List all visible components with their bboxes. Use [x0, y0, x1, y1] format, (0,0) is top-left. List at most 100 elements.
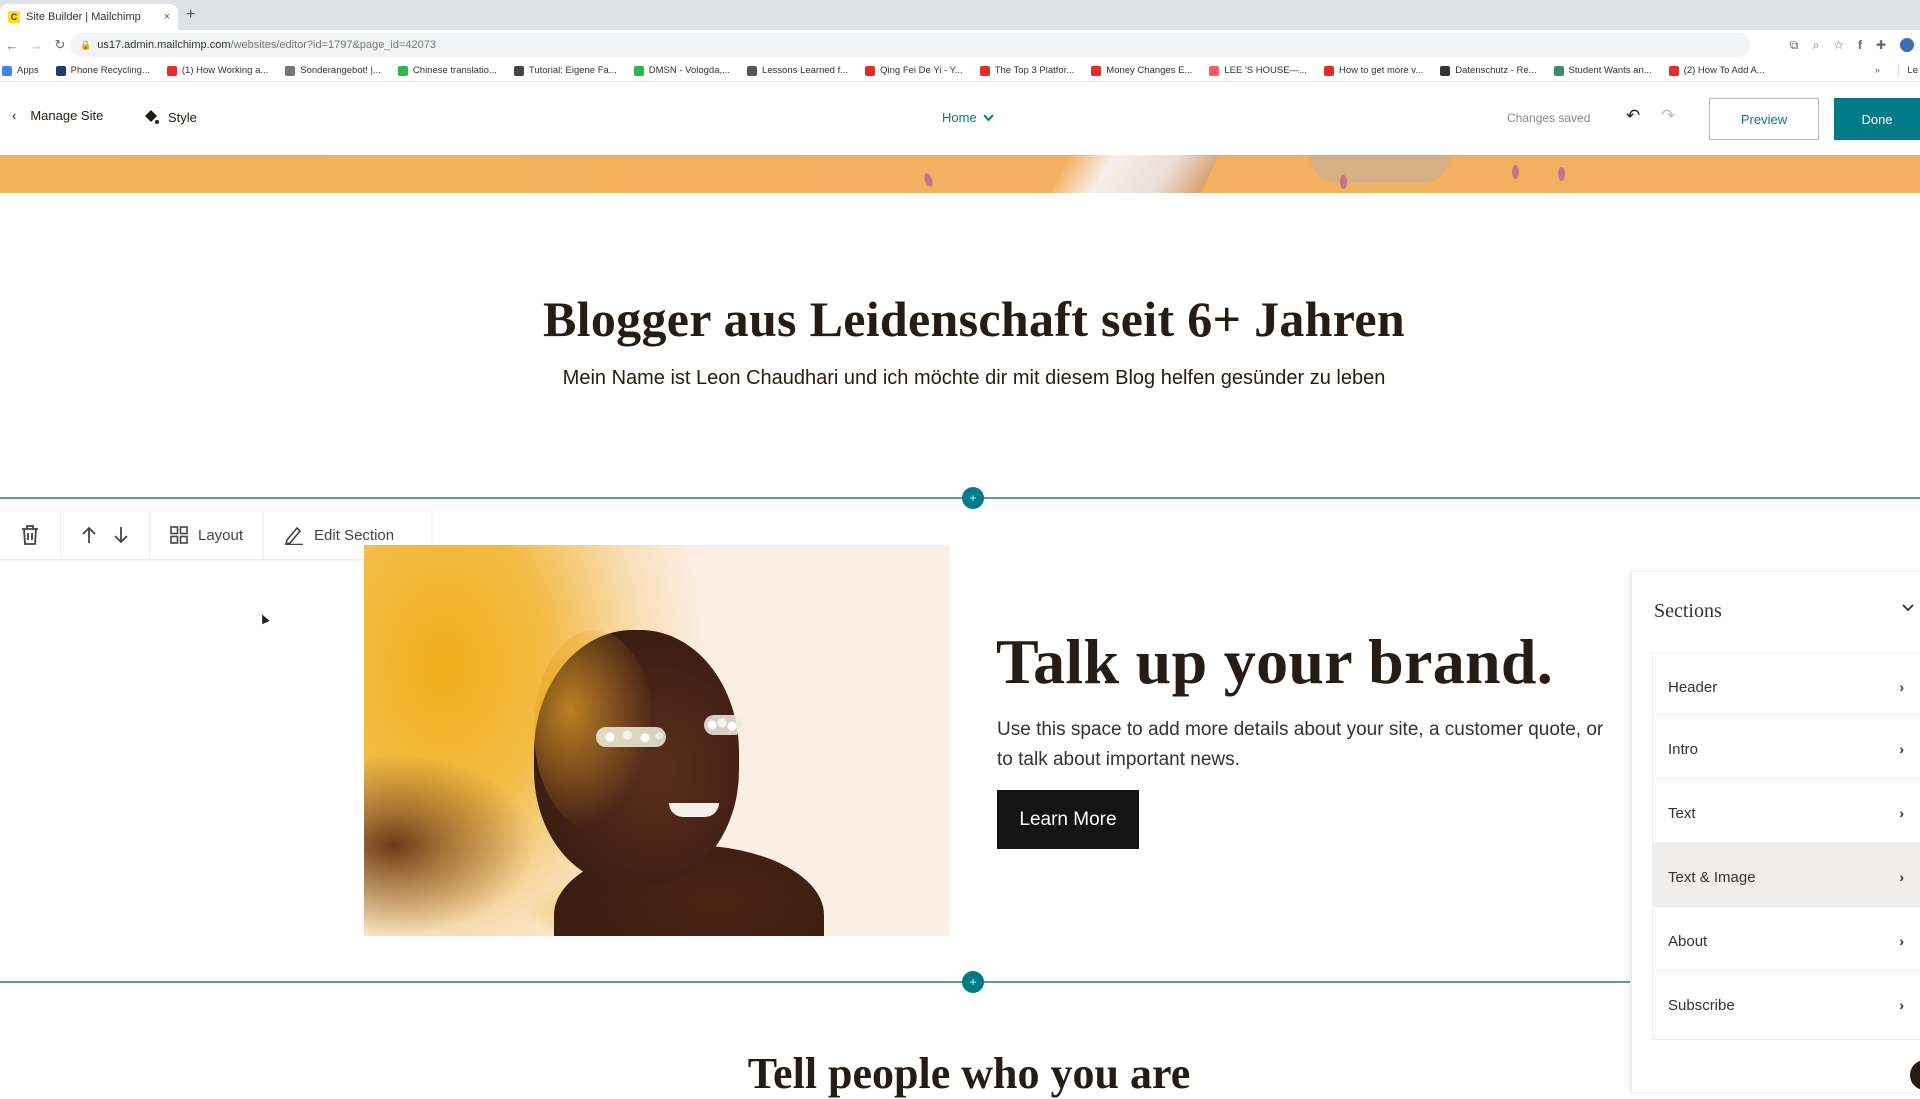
bookmark-item[interactable]: (1) How Working a...: [166, 65, 269, 76]
mailchimp-favicon-icon: C: [8, 11, 20, 23]
add-section-plus-icon[interactable]: +: [962, 971, 984, 993]
header-section-image[interactable]: [0, 155, 1920, 193]
url-host: us17.admin.mailchimp.com: [97, 39, 231, 51]
intro-subtitle[interactable]: Mein Name ist Leon Chaudhari und ich möc…: [0, 367, 1920, 390]
bookmark-item[interactable]: Phone Recycling...: [55, 65, 150, 76]
section-image[interactable]: [364, 545, 950, 936]
address-bar[interactable]: 🔒 us17.admin.mailchimp.com/websites/edit…: [70, 33, 1750, 57]
bookmark-item[interactable]: Datenschutz - Re...: [1440, 65, 1537, 76]
paint-bucket-icon: [145, 110, 159, 124]
chevron-left-icon: ‹: [12, 108, 17, 123]
arrow-up-icon[interactable]: [81, 526, 97, 544]
page-selector-dropdown[interactable]: Home: [942, 110, 994, 125]
bookmark-item[interactable]: How to get more v...: [1323, 65, 1424, 76]
delete-section-button[interactable]: [0, 511, 61, 559]
tab-close-icon[interactable]: ×: [164, 11, 170, 23]
layout-button[interactable]: Layout: [150, 511, 265, 559]
bookmark-label: Money Changes E...: [1106, 65, 1193, 76]
text-image-title[interactable]: Talk up your brand.: [996, 625, 1553, 699]
reload-icon[interactable]: ↻: [48, 37, 72, 53]
bookmark-label: How to get more v...: [1338, 65, 1424, 76]
bookmark-favicon-icon: [1668, 65, 1679, 76]
bookmark-item[interactable]: Sonderangebot! |...: [285, 65, 381, 76]
section-item-label: Text & Image: [1668, 868, 1756, 886]
bookmark-label: Chinese translatio...: [412, 65, 497, 76]
lock-icon: 🔒: [80, 39, 92, 50]
intro-title[interactable]: Blogger aus Leidenschaft seit 6+ Jahren: [0, 290, 1920, 348]
photo-smile: [669, 803, 719, 817]
section-item-subscribe[interactable]: Subscribe ›: [1652, 970, 1920, 1040]
browser-tab[interactable]: C Site Builder | Mailchimp ×: [0, 4, 178, 30]
redo-icon[interactable]: ↷: [1661, 106, 1675, 126]
arrow-down-icon[interactable]: [113, 526, 129, 544]
bookmark-favicon-icon: [747, 65, 758, 76]
bookmark-item[interactable]: Lessons Learned f...: [747, 65, 848, 76]
section-item-label: Intro: [1668, 740, 1699, 758]
translate-icon[interactable]: ⧉: [1790, 38, 1799, 53]
bookmark-label: Sonderangebot! |...: [300, 65, 381, 76]
bookmark-star-icon[interactable]: ☆: [1833, 38, 1844, 52]
layout-grid-icon: [170, 526, 188, 544]
chevron-down-icon: [982, 113, 994, 121]
style-label: Style: [168, 109, 197, 125]
section-item-header[interactable]: Header ›: [1652, 652, 1920, 722]
section-item-label: Header: [1668, 678, 1718, 696]
chevron-right-icon: ›: [1899, 805, 1904, 821]
section-item-text-image[interactable]: Text & Image ›: [1652, 842, 1920, 912]
profile-avatar-icon[interactable]: [1900, 38, 1914, 52]
forward-icon[interactable]: →: [24, 38, 48, 53]
bookmarks-overflow-icon[interactable]: »: [1875, 65, 1880, 76]
done-button[interactable]: Done: [1834, 98, 1920, 140]
back-icon[interactable]: ←: [0, 38, 24, 53]
add-section-plus-icon[interactable]: +: [962, 487, 984, 509]
section-item-label: Text: [1668, 804, 1696, 822]
section-item-intro[interactable]: Intro ›: [1652, 714, 1920, 784]
learn-more-button[interactable]: Learn More: [997, 790, 1139, 849]
zoom-icon[interactable]: ⌕: [1812, 38, 1819, 53]
bookmark-item[interactable]: Qing Fei De Yi - Y...: [865, 65, 963, 76]
section-item-label: Subscribe: [1668, 996, 1735, 1014]
chevron-right-icon: ›: [1899, 997, 1904, 1013]
manage-site-button[interactable]: ‹ Manage Site: [12, 108, 103, 123]
banner-petal: [1512, 165, 1519, 179]
collapse-chevron-icon[interactable]: [1902, 604, 1914, 612]
banner-jar-shape: [1310, 155, 1450, 183]
bookmark-favicon-icon: [166, 65, 177, 76]
banner-petal: [1340, 175, 1347, 189]
save-status: Changes saved: [1507, 111, 1591, 125]
style-button[interactable]: Style: [142, 108, 197, 126]
section-item-about[interactable]: About ›: [1652, 906, 1920, 976]
bookmark-label: Qing Fei De Yi - Y...: [880, 65, 963, 76]
bookmark-item[interactable]: (2) How To Add A...: [1668, 65, 1765, 76]
bookmark-favicon-icon: [285, 65, 296, 76]
bookmark-label: LEE 'S HOUSE—...: [1224, 65, 1307, 76]
bookmark-favicon-icon: [979, 65, 990, 76]
preview-button[interactable]: Preview: [1709, 98, 1819, 140]
bookmark-item[interactable]: Chinese translatio...: [397, 65, 497, 76]
edit-section-label: Edit Section: [314, 526, 395, 544]
photo-flowers: [596, 727, 666, 747]
text-image-body[interactable]: Use this space to add more details about…: [997, 715, 1617, 775]
page-selector-label: Home: [942, 110, 977, 125]
bookmark-label: (1) How Working a...: [181, 65, 269, 76]
bookmark-item[interactable]: Apps: [2, 65, 39, 76]
bookmark-item[interactable]: The Top 3 Platfor...: [979, 65, 1074, 76]
facebook-extension-icon[interactable]: f: [1858, 38, 1862, 52]
reading-list-button[interactable]: Le: [1898, 65, 1918, 76]
chevron-right-icon: ›: [1899, 933, 1904, 949]
bookmark-favicon-icon: [397, 65, 408, 76]
browser-toolbar: ← → ↻ 🔒 us17.admin.mailchimp.com/website…: [0, 30, 1920, 60]
section-item-text[interactable]: Text ›: [1652, 778, 1920, 848]
bookmark-favicon-icon: [633, 65, 644, 76]
bookmark-item[interactable]: Student Wants an...: [1553, 65, 1652, 76]
undo-icon[interactable]: ↶: [1626, 106, 1640, 126]
bookmark-item[interactable]: Money Changes E...: [1091, 65, 1192, 76]
banner-petal: [1558, 167, 1565, 181]
url-path: /websites/editor?id=1797&page_id=42073: [230, 39, 437, 51]
bookmark-item[interactable]: LEE 'S HOUSE—...: [1209, 65, 1307, 76]
bookmark-item[interactable]: DMSN - Vologda,...: [633, 65, 730, 76]
new-tab-button[interactable]: +: [186, 6, 195, 24]
extensions-puzzle-icon[interactable]: ✚: [1876, 38, 1886, 52]
pencil-icon: [284, 526, 304, 545]
bookmark-item[interactable]: Tutorial: Eigene Fa...: [513, 65, 617, 76]
